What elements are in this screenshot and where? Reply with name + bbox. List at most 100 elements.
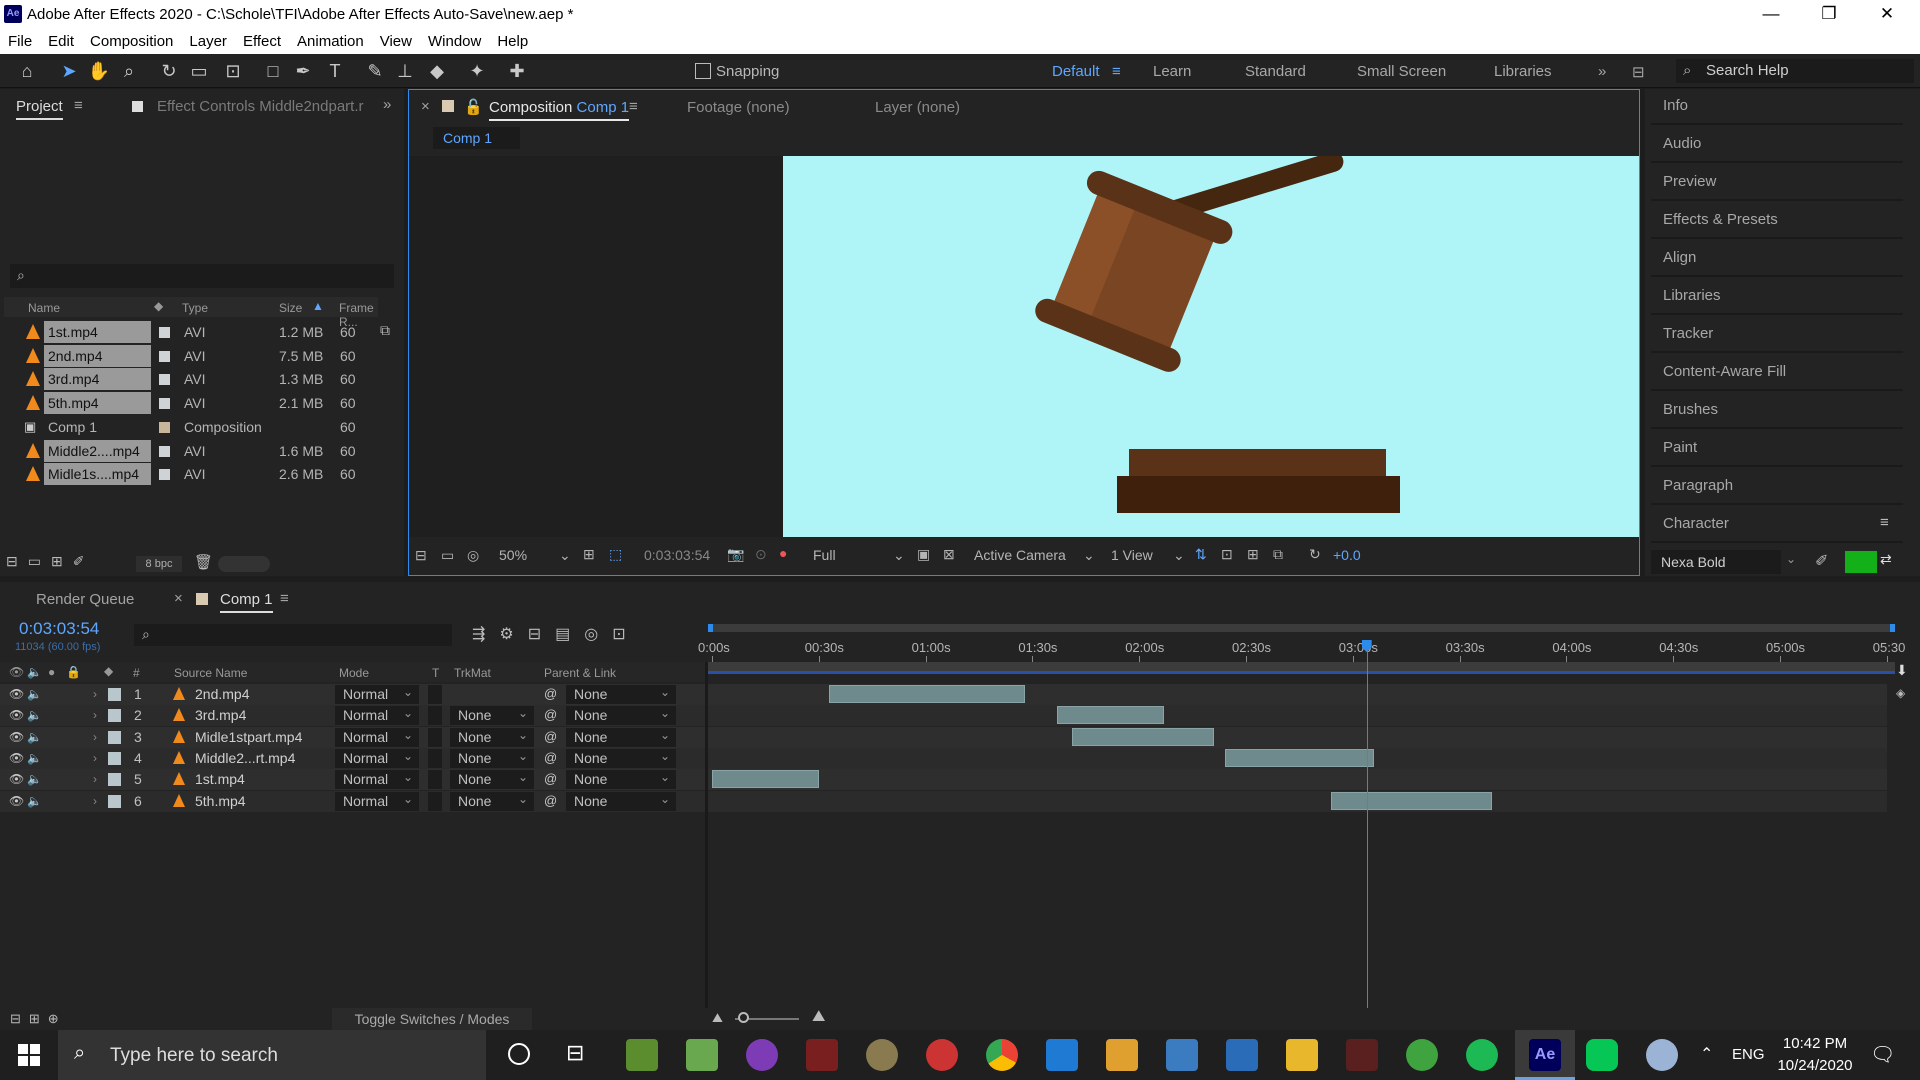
region-of-interest-icon[interactable]: ⬚ [609,546,622,563]
composition-canvas[interactable] [783,151,1639,537]
utorrent-icon[interactable] [1406,1039,1438,1071]
fit-icon[interactable]: ⊞ [583,546,595,563]
close-tab-icon[interactable]: × [421,98,430,115]
chevron-right-icon[interactable]: › [93,794,97,808]
label-color-swatch[interactable] [108,773,121,787]
task-view-icon[interactable]: ⊟ [566,1040,584,1066]
color-channels-icon[interactable]: ● [779,545,787,561]
restore-button[interactable]: ❐ [1800,0,1858,30]
audio-icon[interactable]: 🔈 [27,772,42,786]
bit-depth-button[interactable]: 8 bpc [136,556,182,572]
layer-source-name[interactable]: 3rd.mp4 [195,707,246,723]
roto-brush-tool-icon[interactable]: ✦ [464,58,490,84]
panel-character[interactable]: Character [1651,507,1903,543]
monitor-icon[interactable]: ▭ [441,547,454,564]
minimize-button[interactable]: — [1742,0,1800,30]
python-icon[interactable] [1166,1039,1198,1071]
eye-icon[interactable]: 👁 [9,751,24,765]
eyedropper-icon[interactable]: ✐ [1815,551,1828,571]
layer-mode-dropdown[interactable]: Normal ⌄ [335,706,419,726]
thumbnail-slider[interactable] [218,556,270,572]
label-color-swatch[interactable] [159,350,170,362]
chrome-icon[interactable] [986,1039,1018,1071]
comp-breadcrumb[interactable]: Comp 1 [433,127,520,149]
reset-exposure-icon[interactable]: ↻ [1309,546,1321,563]
flowchart-icon[interactable]: ⧉ [380,322,390,339]
game-icon[interactable] [866,1039,898,1071]
pick-whip-icon[interactable]: @ [544,771,557,786]
windows-start-icon[interactable] [18,1044,40,1066]
tab-footage[interactable]: Footage (none) [687,99,790,116]
parent-dropdown[interactable]: None ⌄ [566,770,676,790]
timeline-layer-row[interactable]: 👁 🔈 › 3 Midle1stpart.mp4 Normal ⌄ None ⌄ @ None ⌄ [0,726,1887,748]
layer-duration-bar[interactable] [1331,791,1492,810]
spotify-icon[interactable] [1466,1039,1498,1071]
search-help-input[interactable]: Search Help [1676,59,1914,83]
col-size[interactable]: Size [279,301,302,315]
eraser-tool-icon[interactable]: ◆ [424,58,450,84]
label-color-swatch[interactable] [159,469,170,481]
home-icon[interactable]: ⌂ [14,58,40,84]
project-item[interactable]: Middle2....mp4 AVI 1.6 MB 60 [4,439,378,463]
menu-help[interactable]: Help [489,30,536,54]
project-menu-icon[interactable]: ≡ [74,97,83,114]
cortana-icon[interactable] [508,1043,530,1065]
preserve-transparency-toggle[interactable] [428,748,442,768]
zoom-in-icon[interactable]: ⛰ [812,1008,825,1026]
tab-composition[interactable]: Composition Comp 1 [489,99,630,121]
layer-duration-bar[interactable] [1224,748,1375,767]
language-indicator[interactable]: ENG [1732,1046,1765,1063]
col-t[interactable]: T [432,666,439,680]
menu-window[interactable]: Window [420,30,489,54]
camera-dropdown[interactable]: Active Camera [974,547,1066,563]
project-item[interactable]: ▣ Comp 1 Composition 60 [4,416,378,439]
project-item[interactable]: 3rd.mp4 AVI 1.3 MB 60 [4,368,378,391]
preserve-transparency-toggle[interactable] [428,685,442,704]
app-icon[interactable] [926,1039,958,1071]
line-icon[interactable] [1586,1039,1618,1071]
workspace-libraries[interactable]: Libraries [1494,63,1552,80]
timeline-layer-row[interactable]: 👁 🔈 › 2 3rd.mp4 Normal ⌄ None ⌄ @ None ⌄ [0,705,1887,727]
timeline-layer-row[interactable]: 👁 🔈 › 1 2nd.mp4 Normal ⌄ @ None ⌄ [0,684,1887,705]
vscode-icon[interactable] [1046,1039,1078,1071]
close-button[interactable]: ✕ [1858,0,1916,30]
timeline-layer-row[interactable]: 👁 🔈 › 5 1st.mp4 Normal ⌄ None ⌄ @ None ⌄ [0,769,1887,791]
audio-icon[interactable]: 🔈 [27,708,42,722]
label-color-swatch[interactable] [159,374,170,386]
zoom-out-icon[interactable]: ⛰ [712,1010,723,1026]
layer-mode-dropdown[interactable]: Normal ⌄ [335,685,419,704]
character-menu-icon[interactable]: ≡ [1880,514,1889,531]
parent-dropdown[interactable]: None ⌄ [566,706,676,726]
label-color-swatch[interactable] [159,421,170,433]
panel-libraries[interactable]: Libraries [1651,279,1903,315]
comp-marker-bin-icon[interactable]: ◈ [1896,686,1905,700]
resolution-dropdown[interactable]: Full [813,547,836,563]
fill-color-swatch[interactable] [1845,551,1877,573]
preserve-transparency-toggle[interactable] [428,727,442,747]
menu-layer[interactable]: Layer [181,30,235,54]
panel-brushes[interactable]: Brushes [1651,393,1903,429]
col-mode[interactable]: Mode [339,666,369,680]
eye-icon[interactable]: 👁 [9,794,24,808]
tab-layer[interactable]: Layer (none) [875,99,960,116]
flowchart-icon[interactable]: ⧉ [1273,546,1283,563]
notifications-icon[interactable]: 🗨 [1870,1042,1895,1067]
col-type[interactable]: Type [182,301,208,315]
trash-icon[interactable]: 🗑 [194,553,213,571]
label-color-swatch[interactable] [108,709,121,723]
tab-project[interactable]: Project [16,98,63,120]
layer-duration-bar[interactable] [712,770,819,789]
label-color-swatch[interactable] [108,688,121,701]
tab-comp-1[interactable]: Comp 1 [220,591,273,613]
chevron-right-icon[interactable]: › [93,772,97,786]
layer-mode-dropdown[interactable]: Normal ⌄ [335,791,419,811]
hand-tool-icon[interactable]: ✋ [86,58,112,84]
project-footer-icons[interactable]: ⊟▭⊞✐ [6,553,94,570]
pick-whip-icon[interactable]: @ [544,750,557,765]
project-item[interactable]: Midle1s....mp4 AVI 2.6 MB 60 [4,463,378,486]
col-name[interactable]: Name [28,301,60,315]
tab-effect-controls[interactable]: Effect Controls Middle2ndpart.r [157,98,364,115]
menu-animation[interactable]: Animation [289,30,372,54]
workspace-learn[interactable]: Learn [1153,63,1191,80]
timeline-divider[interactable] [705,662,708,1008]
